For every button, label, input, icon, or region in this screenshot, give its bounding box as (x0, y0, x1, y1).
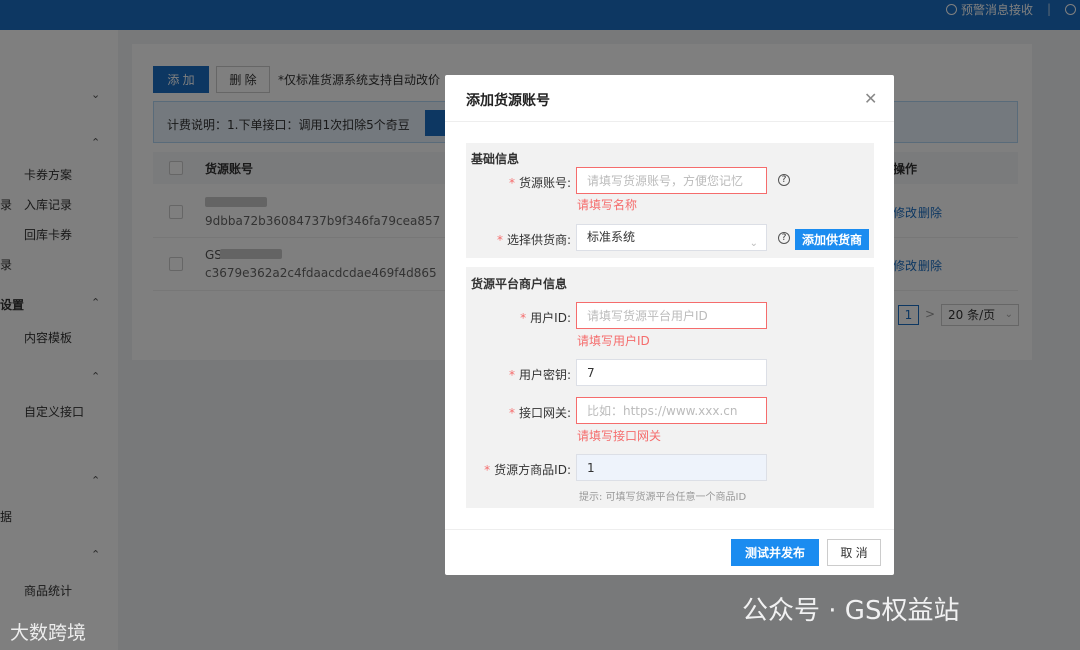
gateway-error: 请填写接口网关 (577, 429, 662, 443)
gateway-input[interactable] (576, 397, 767, 424)
product-id-input[interactable] (576, 454, 767, 481)
watermark-right: 公众号 · GS权益站 (742, 596, 960, 626)
modal-header-divider (445, 121, 894, 122)
supplier-label: * 选择供货商: (496, 233, 571, 247)
supplier-select-value: 标准系统 (587, 230, 636, 244)
add-account-modal: 添加货源账号 ✕ 基础信息 *货源账号: ? 请填写名称 *选择供货商: 标准系… (445, 75, 894, 575)
modal-footer-divider (445, 529, 894, 530)
userid-error: 请填写用户ID (577, 334, 650, 348)
help-icon[interactable]: ? (778, 232, 790, 244)
secret-input[interactable] (576, 359, 767, 386)
gateway-label: * 接口网关: (508, 406, 571, 420)
help-icon[interactable]: ? (778, 174, 790, 186)
watermark-left: 大数跨境 (10, 622, 87, 644)
account-label: * 货源账号: (508, 176, 571, 190)
userid-label: * 用户ID: (520, 311, 571, 325)
product-id-hint: 提示: 可填写货源平台任意一个商品ID (579, 492, 747, 503)
product-id-label: * 货源方商品ID: (484, 463, 571, 477)
userid-input[interactable] (576, 302, 767, 329)
test-publish-button[interactable]: 测试并发布 (731, 539, 819, 566)
account-input[interactable] (576, 167, 767, 194)
account-error: 请填写名称 (577, 198, 638, 212)
secret-label: * 用户密钥: (508, 368, 571, 382)
section-title-basic: 基础信息 (471, 152, 520, 166)
supplier-select[interactable]: 标准系统 ⌄ (576, 224, 767, 251)
add-supplier-button[interactable]: 添加供货商 (795, 229, 869, 250)
section-title-merchant: 货源平台商户信息 (471, 277, 568, 291)
chevron-down-icon: ⌄ (749, 238, 758, 249)
cancel-button[interactable]: 取 消 (827, 539, 881, 566)
modal-title: 添加货源账号 (466, 93, 550, 109)
close-icon[interactable]: ✕ (864, 89, 877, 108)
